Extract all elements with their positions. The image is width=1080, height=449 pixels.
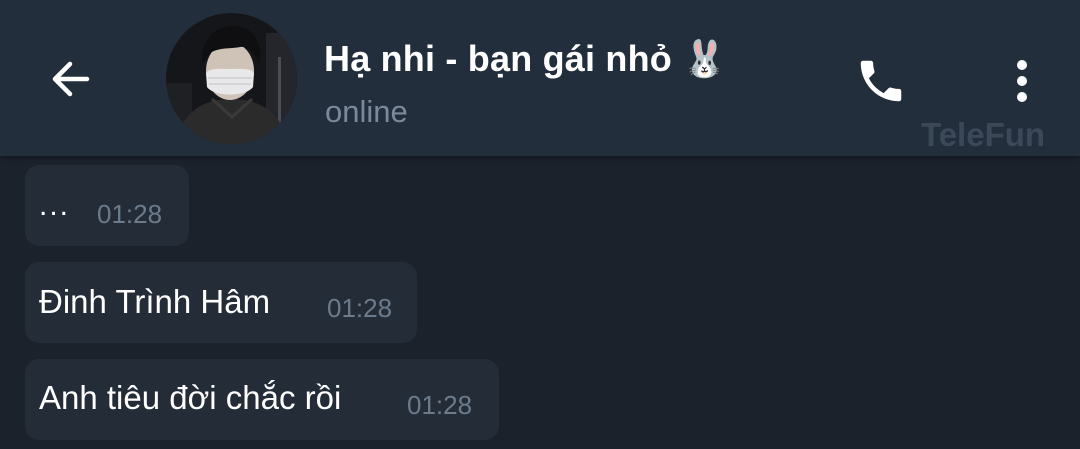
message-time: 01:28	[407, 390, 473, 420]
chat-header: Hạ nhi - bạn gái nhỏ 🐰 online TeleFun	[0, 0, 1080, 156]
watermark: TeleFun	[921, 116, 1046, 153]
phone-icon	[860, 60, 902, 102]
back-button[interactable]	[36, 44, 106, 114]
call-button[interactable]	[846, 46, 916, 116]
more-vertical-icon	[1017, 60, 1027, 102]
message-bubble[interactable]: Anh tiêu đời chắc rồi 01:28	[25, 359, 499, 440]
message-text: Anh tiêu đời chắc rồi	[39, 379, 342, 416]
contact-status: online	[325, 94, 408, 129]
avatar[interactable]	[166, 13, 297, 144]
message-text: ...	[39, 189, 71, 222]
message-bubble[interactable]: ... 01:28	[25, 165, 189, 246]
more-options-button[interactable]	[992, 46, 1052, 116]
message-time: 01:28	[97, 199, 163, 229]
arrow-left-icon	[52, 61, 90, 97]
message-text: Đinh Trình Hâm	[39, 283, 271, 320]
message-list[interactable]: ... 01:28 Đinh Trình Hâm 01:28 Anh tiêu …	[0, 156, 1080, 449]
contact-name[interactable]: Hạ nhi - bạn gái nhỏ 🐰	[324, 38, 727, 80]
avatar-photo	[166, 13, 297, 144]
message-bubble[interactable]: Đinh Trình Hâm 01:28	[25, 262, 417, 343]
message-time: 01:28	[327, 293, 393, 323]
